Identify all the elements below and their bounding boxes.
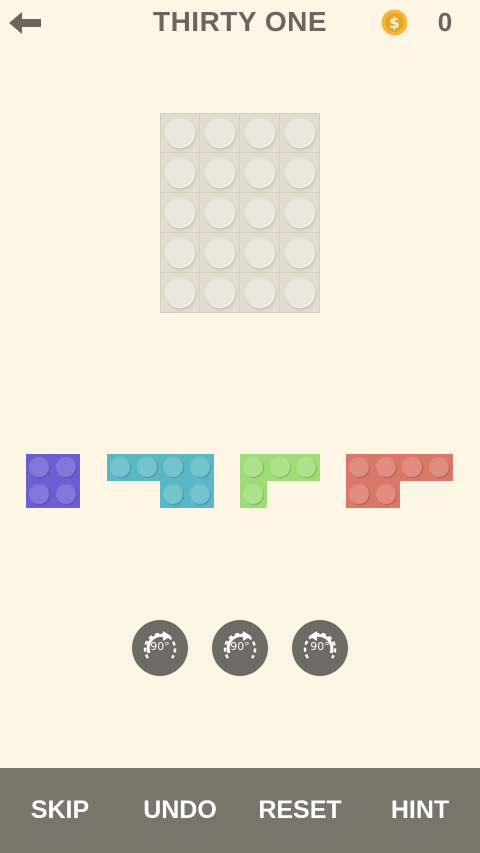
bottom-toolbar: SKIP UNDO RESET HINT bbox=[0, 768, 480, 853]
rotate-90-clockwise-button-2[interactable]: 90° bbox=[212, 620, 268, 676]
rotate-label: 90° bbox=[150, 640, 170, 653]
piece-block bbox=[293, 454, 320, 481]
piece-block bbox=[52, 454, 80, 481]
piece-block bbox=[372, 480, 400, 508]
undo-button[interactable]: UNDO bbox=[120, 768, 240, 853]
hint-button[interactable]: HINT bbox=[360, 768, 480, 853]
piece-block bbox=[52, 480, 80, 508]
piece-block bbox=[240, 480, 267, 508]
piece-block bbox=[399, 454, 426, 481]
rotate-90-counterclockwise-button[interactable]: 90° bbox=[292, 620, 348, 676]
piece-block bbox=[346, 454, 373, 481]
piece-tray bbox=[0, 0, 480, 600]
piece-block bbox=[346, 480, 373, 508]
piece-block bbox=[266, 454, 294, 481]
piece-block bbox=[186, 454, 214, 481]
reset-button[interactable]: RESET bbox=[240, 768, 360, 853]
piece-block bbox=[425, 454, 453, 481]
piece-block bbox=[133, 454, 161, 481]
rotate-90-clockwise-button[interactable]: 90° bbox=[132, 620, 188, 676]
piece-block bbox=[107, 454, 134, 481]
piece-block bbox=[26, 480, 53, 508]
piece-block bbox=[372, 454, 400, 481]
piece-block bbox=[240, 454, 267, 481]
piece-block bbox=[186, 480, 214, 508]
piece-block bbox=[160, 454, 187, 481]
rotate-label: 90° bbox=[230, 640, 250, 653]
rotate-label: 90° bbox=[310, 640, 330, 653]
piece-block bbox=[160, 480, 187, 508]
piece-block bbox=[26, 454, 53, 481]
skip-button[interactable]: SKIP bbox=[0, 768, 120, 853]
